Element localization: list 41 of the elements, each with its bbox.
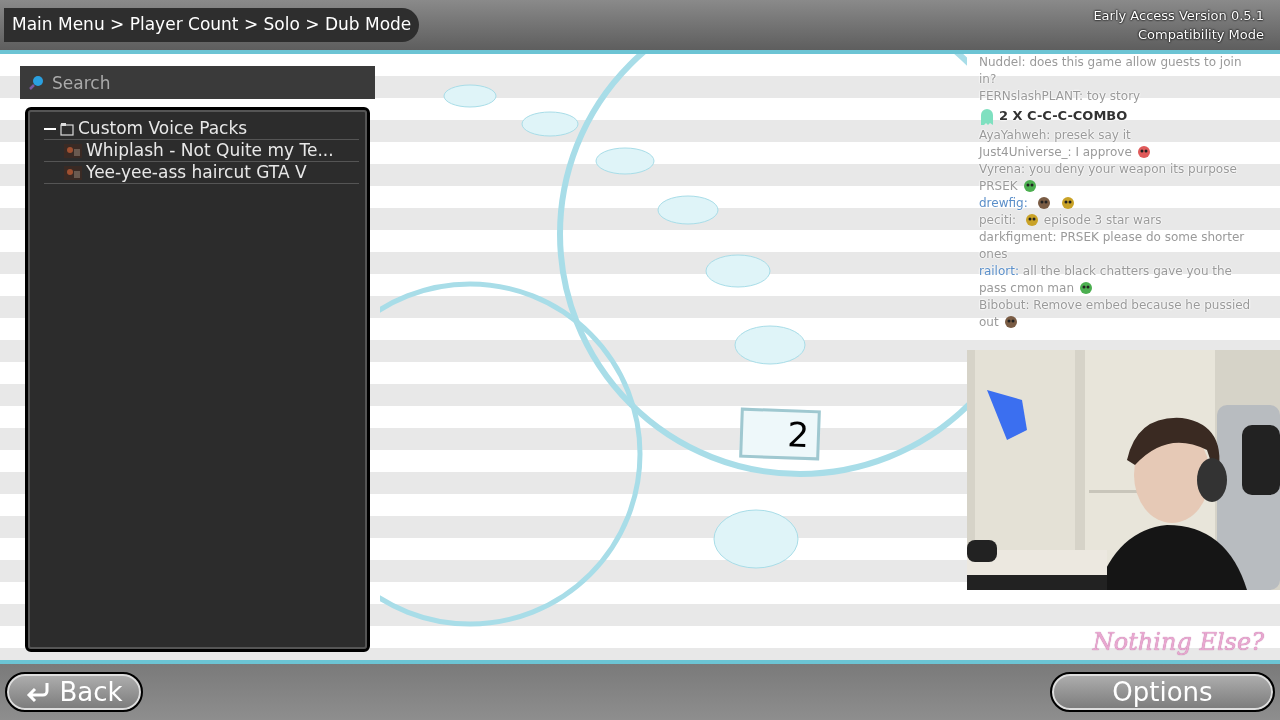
chat-text: presek say it xyxy=(1054,127,1131,142)
logo: Nothing Else? xyxy=(1092,627,1264,658)
chat-username: FERNslashPLANT: xyxy=(979,89,1084,103)
mode-label: Compatibility Mode xyxy=(1137,26,1264,44)
chat-username: peciti: xyxy=(979,212,1016,227)
chat-username: Bibobut: xyxy=(979,297,1030,312)
breadcrumb: Main Menu > Player Count > Solo > Dub Mode xyxy=(4,8,420,42)
chat-text: all the black chatters gave you the xyxy=(1022,263,1232,278)
chat-username: Nuddel: xyxy=(979,55,1026,69)
chat-text: episode 3 star wars xyxy=(1043,212,1162,227)
ghost-icon xyxy=(979,106,995,125)
version-label: Early Access Version 0.5.1 xyxy=(1093,6,1264,25)
tree-item[interactable]: Custom Voice Packs xyxy=(78,118,248,139)
tree-item[interactable]: Yee-yee-ass haircut GTA V xyxy=(86,162,307,183)
thumbnail-icon xyxy=(64,143,82,158)
chat-text: I approve xyxy=(1075,144,1132,159)
chat-username: darkfigment: xyxy=(979,229,1057,244)
folder-icon xyxy=(60,121,74,136)
chat-username: Vyrena: xyxy=(979,161,1026,176)
collapse-toggle-icon[interactable] xyxy=(44,127,56,130)
thumbnail-icon xyxy=(64,165,82,180)
search-field[interactable]: Search xyxy=(20,66,375,99)
chat-text: in? xyxy=(979,72,997,86)
chat-text: Remove embed because he pussied xyxy=(1033,297,1251,312)
chat-text: does this game allow guests to join xyxy=(1029,55,1242,69)
chat-username: Just4Universe_: xyxy=(979,144,1072,159)
chat-text: PRSEK please do some shorter xyxy=(1060,229,1245,244)
chat-text: toy story xyxy=(1086,89,1141,103)
chat-text: pass cmon man xyxy=(979,280,1074,295)
return-arrow-icon xyxy=(25,681,52,703)
combo-text: 2 X C-C-C-COMBO xyxy=(999,107,1128,125)
tree-item[interactable]: Whiplash - Not Quite my Te... xyxy=(86,140,334,161)
chat-username: AyaYahweh: xyxy=(979,127,1051,142)
chat-text: you deny your weapon its purpose xyxy=(1028,161,1237,176)
chat-text: ones xyxy=(979,246,1008,261)
chat-username: drewfig: xyxy=(979,195,1028,210)
chat-username: railort: xyxy=(979,263,1019,278)
search-icon xyxy=(28,75,44,91)
chat-text: out xyxy=(979,314,999,329)
card-number: 2 xyxy=(786,417,810,452)
chat-text: PRSEK xyxy=(979,178,1018,193)
